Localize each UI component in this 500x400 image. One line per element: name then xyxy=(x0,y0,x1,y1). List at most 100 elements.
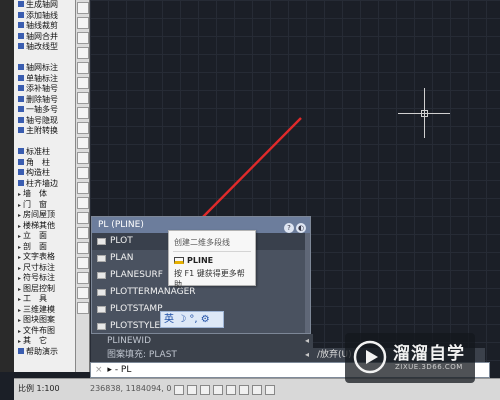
autocomplete-item-label: PLANESURF xyxy=(110,270,163,280)
toolbar-button[interactable] xyxy=(77,47,89,59)
tool-icon xyxy=(18,85,24,91)
palette-item[interactable]: 生成轴网 xyxy=(14,0,75,11)
toolbar-button[interactable] xyxy=(77,272,89,284)
palette-item[interactable]: ▸ 门 窗 xyxy=(14,200,75,211)
palette-item[interactable]: 角 柱 xyxy=(14,158,75,169)
tooltip-description: 创建二维多段线 xyxy=(174,238,230,247)
model-toggle[interactable] xyxy=(265,385,275,395)
close-icon[interactable]: × xyxy=(95,365,103,375)
palette-item[interactable]: ▸ 剖 面 xyxy=(14,242,75,253)
palette-item[interactable]: ▸ 楼梯其他 xyxy=(14,221,75,232)
otrack-toggle[interactable] xyxy=(239,385,249,395)
watermark-url: ZIXUE.3D66.COM xyxy=(395,363,463,371)
palette-item[interactable]: 删除轴号 xyxy=(14,95,75,106)
palette-item[interactable]: ▸ 其 它 xyxy=(14,336,75,347)
toolbar-button[interactable] xyxy=(77,32,89,44)
toolbar-button[interactable] xyxy=(77,2,89,14)
expand-arrow-icon: ▸ xyxy=(18,191,22,198)
help-icon[interactable]: ? xyxy=(284,223,294,233)
palette-item[interactable]: ▸ 尺寸标注 xyxy=(14,263,75,274)
palette-item[interactable]: 标准柱 xyxy=(14,147,75,158)
scale-indicator[interactable]: 比例 1:100 xyxy=(18,379,60,399)
toolbar-button[interactable] xyxy=(77,77,89,89)
palette-item[interactable]: ▸ 图层控制 xyxy=(14,284,75,295)
palette-item[interactable]: 轴号隐现 xyxy=(14,116,75,127)
palette-item xyxy=(14,137,75,148)
palette-item[interactable]: 轴线裁剪 xyxy=(14,21,75,32)
expand-icon[interactable]: ◂ xyxy=(305,348,309,362)
palette-item-label: 文件布图 xyxy=(23,325,56,335)
palette-item[interactable]: ▸ 工 具 xyxy=(14,294,75,305)
grid-toggle[interactable] xyxy=(187,385,197,395)
toolbar-button[interactable] xyxy=(77,17,89,29)
palette-item[interactable]: ▸ 文件布图 xyxy=(14,326,75,337)
polar-toggle[interactable] xyxy=(213,385,223,395)
toolbar-button[interactable] xyxy=(77,242,89,254)
palette-item[interactable]: ▸ 图块图案 xyxy=(14,315,75,326)
toolbar-button[interactable] xyxy=(77,227,89,239)
ime-lang[interactable]: 英 xyxy=(164,314,174,325)
toolbar-button[interactable] xyxy=(77,197,89,209)
palette-item[interactable]: 添加轴线 xyxy=(14,11,75,22)
palette-item[interactable]: 一轴多号 xyxy=(14,105,75,116)
command-input-value[interactable]: - PL xyxy=(115,365,132,375)
palette-item[interactable]: ▸ 房间屋顶 xyxy=(14,210,75,221)
palette-item[interactable]: ▸ 墙 体 xyxy=(14,189,75,200)
palette-item-label: 图层控制 xyxy=(23,283,56,293)
expand-icon[interactable]: ◂ xyxy=(305,334,309,348)
tool-icon xyxy=(18,169,24,175)
ortho-toggle[interactable] xyxy=(200,385,210,395)
palette-item[interactable]: ▸ 符号标注 xyxy=(14,273,75,284)
toolbar-button[interactable] xyxy=(77,107,89,119)
toolbar-button[interactable] xyxy=(77,167,89,179)
command-icon xyxy=(97,272,106,279)
autocomplete-scrollbar[interactable] xyxy=(305,233,310,333)
toolbar-button[interactable] xyxy=(77,152,89,164)
palette-item-label: 主附转换 xyxy=(26,126,58,135)
toolbar-button[interactable] xyxy=(77,287,89,299)
palette-item-label: 柱齐墙边 xyxy=(26,178,58,188)
palette-item[interactable]: 帮助演示 xyxy=(14,347,75,358)
palette-item[interactable]: 添补轴号 xyxy=(14,84,75,95)
tooltip-help: 按 F1 键获得更多帮助 xyxy=(174,269,245,289)
palette-item[interactable]: 构造柱 xyxy=(14,168,75,179)
palette-item-label: 标准柱 xyxy=(26,147,50,156)
osnap-toggle[interactable] xyxy=(226,385,236,395)
palette-item[interactable]: 主附转换 xyxy=(14,126,75,137)
command-arrow-icon: ▸ xyxy=(107,365,112,375)
palette-item[interactable]: ▸ 立 面 xyxy=(14,231,75,242)
tool-icon xyxy=(18,148,24,154)
palette-item[interactable]: 轴网标注 xyxy=(14,63,75,74)
palette-item-label: 单轴标注 xyxy=(26,73,58,83)
snap-toggle[interactable] xyxy=(174,385,184,395)
tooltip-command: PLINE xyxy=(169,252,255,266)
toolbar-button[interactable] xyxy=(77,182,89,194)
toolbar-button[interactable] xyxy=(77,137,89,149)
watermark-title: 溜溜自学 xyxy=(393,344,465,364)
palette-item-label: 楼梯其他 xyxy=(23,220,56,230)
palette-item[interactable]: 轴改线型 xyxy=(14,42,75,53)
settings-icon[interactable]: ◐ xyxy=(296,223,306,233)
tool-icon xyxy=(18,127,24,133)
toolbar-button[interactable] xyxy=(77,122,89,134)
ime-toolbar[interactable]: 英 ☽ °, ⚙ xyxy=(160,311,224,328)
toolbar-button[interactable] xyxy=(77,257,89,269)
toolbar-button[interactable] xyxy=(77,212,89,224)
palette-item[interactable]: 单轴标注 xyxy=(14,74,75,85)
palette-item[interactable]: 轴网合并 xyxy=(14,32,75,43)
palette-item[interactable]: ▸ 三维建模 xyxy=(14,305,75,316)
palette-item[interactable]: ▸ 文字表格 xyxy=(14,252,75,263)
expand-arrow-icon: ▸ xyxy=(18,233,22,240)
punct-icon[interactable]: °, xyxy=(189,314,197,325)
palette-item[interactable]: 柱齐墙边 xyxy=(14,179,75,190)
toolbar-button[interactable] xyxy=(77,302,89,314)
toolbar-button[interactable] xyxy=(77,92,89,104)
palette-item-label: 删除轴号 xyxy=(26,94,58,104)
lineweight-toggle[interactable] xyxy=(252,385,262,395)
palette-item-list: 生成轴网 添加轴线 轴线裁剪 轴网合并 轴改线型轴网标注 单轴标注 添补轴号 删除轴号 一轴多号… xyxy=(14,0,75,357)
status-toggle-group xyxy=(174,383,278,400)
gear-icon[interactable]: ⚙ xyxy=(201,314,210,325)
palette-grip[interactable] xyxy=(0,0,14,372)
toolbar-button[interactable] xyxy=(77,62,89,74)
moon-icon[interactable]: ☽ xyxy=(177,314,186,325)
